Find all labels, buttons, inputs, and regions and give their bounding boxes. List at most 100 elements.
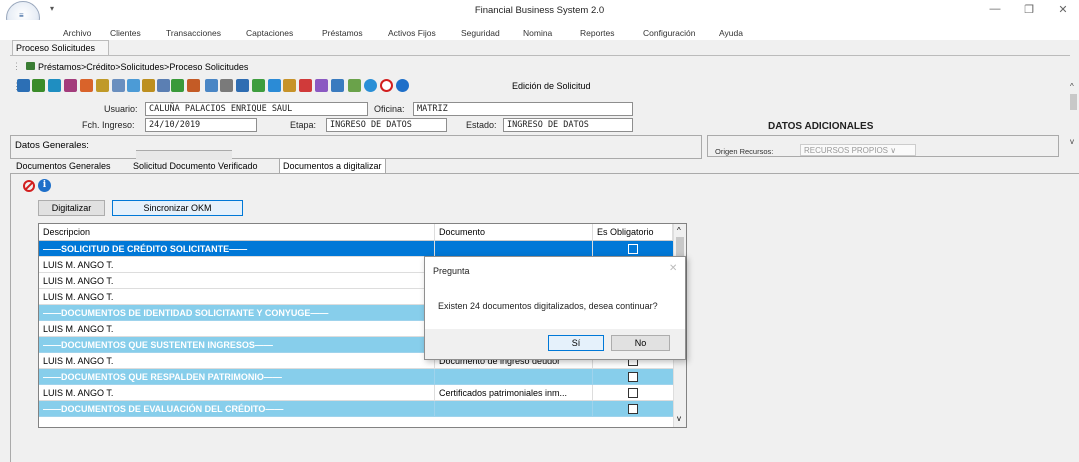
info-icon[interactable] bbox=[396, 79, 409, 92]
restore-button[interactable]: ❐ bbox=[1019, 3, 1039, 16]
menu-item-ayuda[interactable]: Ayuda bbox=[719, 28, 743, 38]
menu-item-reportes[interactable]: Reportes bbox=[580, 28, 615, 38]
edit-doc-icon[interactable] bbox=[127, 79, 140, 92]
yes-button[interactable]: Sí bbox=[548, 335, 604, 351]
note-icon[interactable] bbox=[348, 79, 361, 92]
fch-ingreso-label: Fch. Ingreso: bbox=[82, 120, 135, 130]
grid-scroll-up-icon[interactable]: ^ bbox=[677, 226, 681, 235]
menu-item-clientes[interactable]: Clientes bbox=[110, 28, 141, 38]
menu-item-préstamos[interactable]: Préstamos bbox=[322, 28, 363, 38]
digitalizar-button[interactable]: Digitalizar bbox=[38, 200, 105, 216]
estado-field[interactable]: INGRESO DE DATOS bbox=[503, 118, 633, 132]
user-doc-icon[interactable] bbox=[283, 79, 296, 92]
grid-scroll-down-icon[interactable]: v bbox=[677, 414, 681, 423]
section-row[interactable]: ——DOCUMENTOS DE EVALUACIÓN DEL CRÉDITO—— bbox=[39, 401, 673, 417]
column-header-descripcion[interactable]: Descripcion bbox=[39, 224, 435, 241]
report-icon[interactable] bbox=[236, 79, 249, 92]
book-icon[interactable] bbox=[268, 79, 281, 92]
scroll-up-icon[interactable]: ^ bbox=[1070, 82, 1074, 91]
cell-descripcion[interactable]: LUIS M. ANGO T. bbox=[39, 321, 435, 337]
export-icon[interactable] bbox=[252, 79, 265, 92]
cell-descripcion[interactable]: ——SOLICITUD DE CRÉDITO SOLICITANTE—— bbox=[39, 241, 435, 257]
magic-icon[interactable] bbox=[315, 79, 328, 92]
cell-es-obligatorio bbox=[593, 385, 673, 401]
column-header-documento[interactable]: Documento bbox=[435, 224, 593, 241]
cell-descripcion[interactable]: ——DOCUMENTOS DE IDENTIDAD SOLICITANTE Y … bbox=[39, 305, 435, 321]
section-row[interactable]: ——DOCUMENTOS QUE RESPALDEN PATRIMONIO—— bbox=[39, 369, 673, 385]
scroll-down-icon[interactable]: v bbox=[1070, 137, 1074, 146]
sincronizar-okm-button[interactable]: Sincronizar OKM bbox=[112, 200, 243, 216]
column-header-es-obligatorio[interactable]: Es Obligatorio bbox=[593, 224, 673, 241]
cell-descripcion[interactable]: ——DOCUMENTOS QUE RESPALDEN PATRIMONIO—— bbox=[39, 369, 435, 385]
section-row[interactable]: ——SOLICITUD DE CRÉDITO SOLICITANTE—— bbox=[39, 241, 673, 257]
no-button[interactable]: No bbox=[611, 335, 670, 351]
document-icon[interactable] bbox=[112, 79, 125, 92]
cell-descripcion[interactable]: LUIS M. ANGO T. bbox=[39, 385, 435, 401]
cell-descripcion[interactable]: ——DOCUMENTOS QUE SUSTENTEN INGRESOS—— bbox=[39, 337, 435, 353]
coins-icon[interactable] bbox=[96, 79, 109, 92]
etapa-field[interactable]: INGRESO DE DATOS bbox=[326, 118, 447, 132]
calc-icon[interactable] bbox=[157, 79, 170, 92]
info-icon[interactable]: i bbox=[38, 179, 51, 192]
confirm-dialog: Pregunta ✕ Existen 24 documentos digital… bbox=[424, 256, 686, 360]
menu-item-transacciones[interactable]: Transacciones bbox=[166, 28, 221, 38]
datos-generales-group bbox=[10, 135, 702, 159]
grip-icon: ⋮ bbox=[12, 61, 21, 71]
home-icon[interactable] bbox=[80, 79, 93, 92]
save-icon[interactable] bbox=[32, 79, 45, 92]
list-icon[interactable] bbox=[17, 79, 30, 92]
fch-ingreso-field[interactable]: 24/10/2019 bbox=[145, 118, 257, 132]
tab-solicitud-documento-verificado[interactable]: Solicitud Documento Verificado bbox=[129, 158, 262, 173]
people-icon[interactable] bbox=[64, 79, 77, 92]
print-icon[interactable] bbox=[220, 79, 233, 92]
close-window-button[interactable]: ✕ bbox=[1053, 3, 1073, 16]
obligatorio-checkbox[interactable] bbox=[628, 388, 638, 398]
image-icon[interactable] bbox=[48, 79, 61, 92]
sign-icon[interactable] bbox=[142, 79, 155, 92]
cell-documento[interactable] bbox=[435, 401, 593, 417]
tree-icon[interactable] bbox=[171, 79, 184, 92]
usuario-label: Usuario: bbox=[104, 104, 138, 114]
window-title: Financial Business System 2.0 bbox=[474, 5, 605, 16]
tools-icon[interactable] bbox=[331, 79, 344, 92]
grid-icon[interactable] bbox=[187, 79, 200, 92]
breadcrumb-icon bbox=[26, 62, 35, 70]
obligatorio-checkbox[interactable] bbox=[628, 372, 638, 382]
cell-es-obligatorio bbox=[593, 241, 673, 257]
dialog-message: Existen 24 documentos digitalizados, des… bbox=[438, 301, 658, 311]
cell-descripcion[interactable]: LUIS M. ANGO T. bbox=[39, 289, 435, 305]
usuario-field[interactable]: CALUÑA PALACIOS ENRIQUE SAUL bbox=[145, 102, 368, 116]
cancel-icon[interactable] bbox=[380, 79, 393, 92]
origen-recursos-select[interactable]: RECURSOS PROPIOS ∨ bbox=[800, 144, 916, 156]
cell-es-obligatorio bbox=[593, 369, 673, 385]
dialog-close-icon[interactable]: ✕ bbox=[669, 263, 677, 274]
menu-item-archivo[interactable]: Archivo bbox=[63, 28, 91, 38]
globe-icon[interactable] bbox=[364, 79, 377, 92]
tab-documentos-generales[interactable]: Documentos Generales bbox=[12, 158, 115, 173]
cell-documento[interactable] bbox=[435, 241, 593, 257]
cell-descripcion[interactable]: LUIS M. ANGO T. bbox=[39, 353, 435, 369]
obligatorio-checkbox[interactable] bbox=[628, 244, 638, 254]
cell-documento[interactable]: Certificados patrimoniales inm... bbox=[435, 385, 593, 401]
edit-icon[interactable] bbox=[205, 79, 218, 92]
obligatorio-checkbox[interactable] bbox=[628, 404, 638, 414]
menu-item-captaciones[interactable]: Captaciones bbox=[246, 28, 293, 38]
menu-item-nomina[interactable]: Nomina bbox=[523, 28, 552, 38]
document-tab[interactable]: Proceso Solicitudes bbox=[12, 40, 109, 55]
transfer-icon[interactable] bbox=[299, 79, 312, 92]
cell-descripcion[interactable]: LUIS M. ANGO T. bbox=[39, 273, 435, 289]
menu-item-configuración[interactable]: Configuración bbox=[643, 28, 695, 38]
tab-documentos-a-digitalizar[interactable]: Documentos a digitalizar bbox=[279, 158, 386, 173]
menu-item-seguridad[interactable]: Seguridad bbox=[461, 28, 500, 38]
table-row[interactable]: LUIS M. ANGO T. Certificados patrimoniale… bbox=[39, 385, 673, 401]
etapa-label: Etapa: bbox=[290, 120, 317, 130]
minimize-button[interactable]: — bbox=[985, 3, 1005, 15]
cell-documento[interactable] bbox=[435, 369, 593, 385]
cell-descripcion[interactable]: ——DOCUMENTOS DE EVALUACIÓN DEL CRÉDITO—— bbox=[39, 401, 435, 417]
menu-item-activos-fijos[interactable]: Activos Fijos bbox=[388, 28, 436, 38]
cell-descripcion[interactable]: LUIS M. ANGO T. bbox=[39, 257, 435, 273]
oficina-field[interactable]: MATRIZ bbox=[413, 102, 633, 116]
main-scrollbar[interactable]: ^ v bbox=[1068, 82, 1079, 148]
scroll-thumb[interactable] bbox=[1070, 94, 1077, 110]
cancel-icon[interactable] bbox=[23, 180, 35, 192]
